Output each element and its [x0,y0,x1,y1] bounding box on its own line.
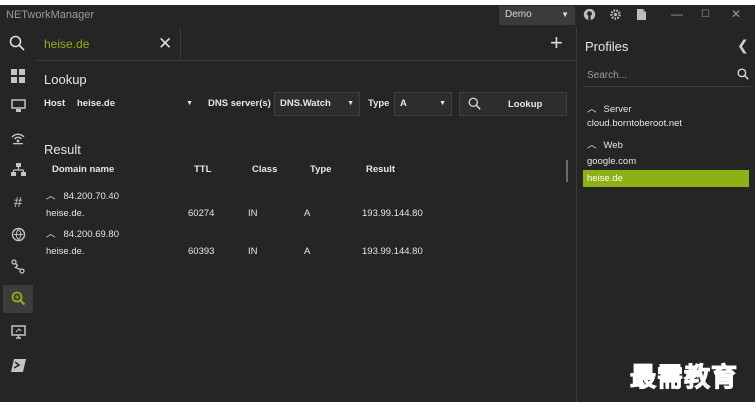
search-icon[interactable] [9,35,25,54]
profiles-panel: Profiles ❮ ︿Server cloud.borntoberoot.ne… [576,27,755,402]
tab-heise[interactable]: heise.de ✕ [36,27,181,61]
column-header[interactable]: Result [366,164,395,175]
chevron-left-icon[interactable]: ❮ [737,37,749,54]
traceroute-icon[interactable] [3,253,33,281]
group-header[interactable]: ︿ 84.200.69.80 [46,226,119,240]
host-value: heise.de [77,98,116,109]
cell-ttl: 60274 [188,208,215,219]
dns-server-value: DNS.Watch [280,98,331,109]
chevron-down-icon: ▼ [347,100,354,107]
wifi-icon[interactable] [3,125,33,153]
lookup-form: Host heise.de ▼ DNS server(s) DNS.Watch … [36,92,576,116]
app-window: NETworkManager Demo ▼ — ☐ ✕ # heise.de ✕… [0,5,755,402]
cell-type: A [304,208,311,219]
cell-domain: heise.de. [46,246,85,257]
column-header[interactable]: Domain name [52,164,114,175]
title-bar: NETworkManager Demo ▼ — ☐ ✕ [0,5,755,27]
lookup-button[interactable]: Lookup [459,92,567,116]
chevron-up-icon: ︿ [46,191,56,202]
main-content: Lookup Host heise.de ▼ DNS server(s) DNS… [36,62,576,402]
remote-desktop-icon[interactable] [3,319,33,347]
chevron-down-icon: ▼ [186,100,193,107]
search-icon[interactable] [737,68,749,83]
profiles-search [583,65,751,87]
profile-dropdown-value: Demo [505,9,532,20]
maximize-icon[interactable]: ☐ [701,9,710,20]
column-header[interactable]: Class [252,164,277,175]
cell-ttl: 60393 [188,246,215,257]
cell-class: IN [248,208,258,219]
lookup-title: Lookup [44,72,87,87]
type-value: A [400,98,407,109]
column-header[interactable]: Type [310,164,331,175]
profile-dropdown[interactable]: Demo ▼ [499,6,575,25]
minimize-icon[interactable]: — [671,7,683,21]
search-icon [468,97,481,113]
group-header[interactable]: ︿ 84.200.70.40 [46,188,119,202]
profiles-search-input[interactable] [587,70,727,81]
profile-group-web[interactable]: ︿ Web [587,137,623,151]
add-tab-icon[interactable]: + [550,30,563,56]
type-label: Type [368,98,390,109]
ip-scanner-icon[interactable] [3,157,33,185]
host-label: Host [44,98,66,109]
profile-group-server[interactable]: ︿ Server [587,101,632,115]
lookup-button-label: Lookup [508,99,543,110]
network-interface-icon[interactable] [3,93,33,121]
dns-server-label: DNS server(s) [208,98,271,109]
profile-item-selected[interactable]: heise.de [583,170,749,187]
dns-lookup-icon[interactable] [3,285,33,313]
cell-domain: heise.de. [46,208,85,219]
settings-icon[interactable] [609,8,622,23]
close-icon[interactable]: ✕ [158,34,172,54]
watermark-logo: 最需教育 [629,363,739,394]
profile-item[interactable]: google.com [583,153,749,170]
host-combobox[interactable]: heise.de ▼ [71,92,199,116]
chevron-up-icon: ︿ [46,229,56,240]
github-icon[interactable] [583,8,596,23]
profiles-title: Profiles [585,39,629,54]
tab-label: heise.de [44,37,90,51]
dns-server-combobox[interactable]: DNS.Watch ▼ [274,92,360,116]
chevron-up-icon: ︿ [587,104,597,115]
cell-type: A [304,246,311,257]
app-title: NETworkManager [6,9,95,21]
chevron-down-icon: ▼ [439,100,446,107]
profile-item[interactable]: cloud.borntoberoot.net [583,115,749,132]
result-title: Result [44,142,81,157]
close-window-icon[interactable]: ✕ [731,7,741,21]
cell-class: IN [248,246,258,257]
document-icon[interactable] [636,8,647,23]
port-scanner-icon[interactable]: # [3,189,33,217]
cell-result: 193.99.144.80 [362,208,423,219]
type-combobox[interactable]: A ▼ [394,92,452,116]
tab-bar: heise.de ✕ + [36,27,576,61]
powershell-icon[interactable] [3,353,33,381]
dashboard-icon[interactable] [3,63,33,91]
chevron-up-icon: ︿ [587,140,597,151]
cell-result: 193.99.144.80 [362,246,423,257]
chevron-down-icon: ▼ [561,10,569,19]
column-header[interactable]: TTL [194,164,211,175]
nav-rail: # [0,27,36,402]
table-scrollbar[interactable] [566,160,568,182]
ping-icon[interactable] [3,221,33,249]
